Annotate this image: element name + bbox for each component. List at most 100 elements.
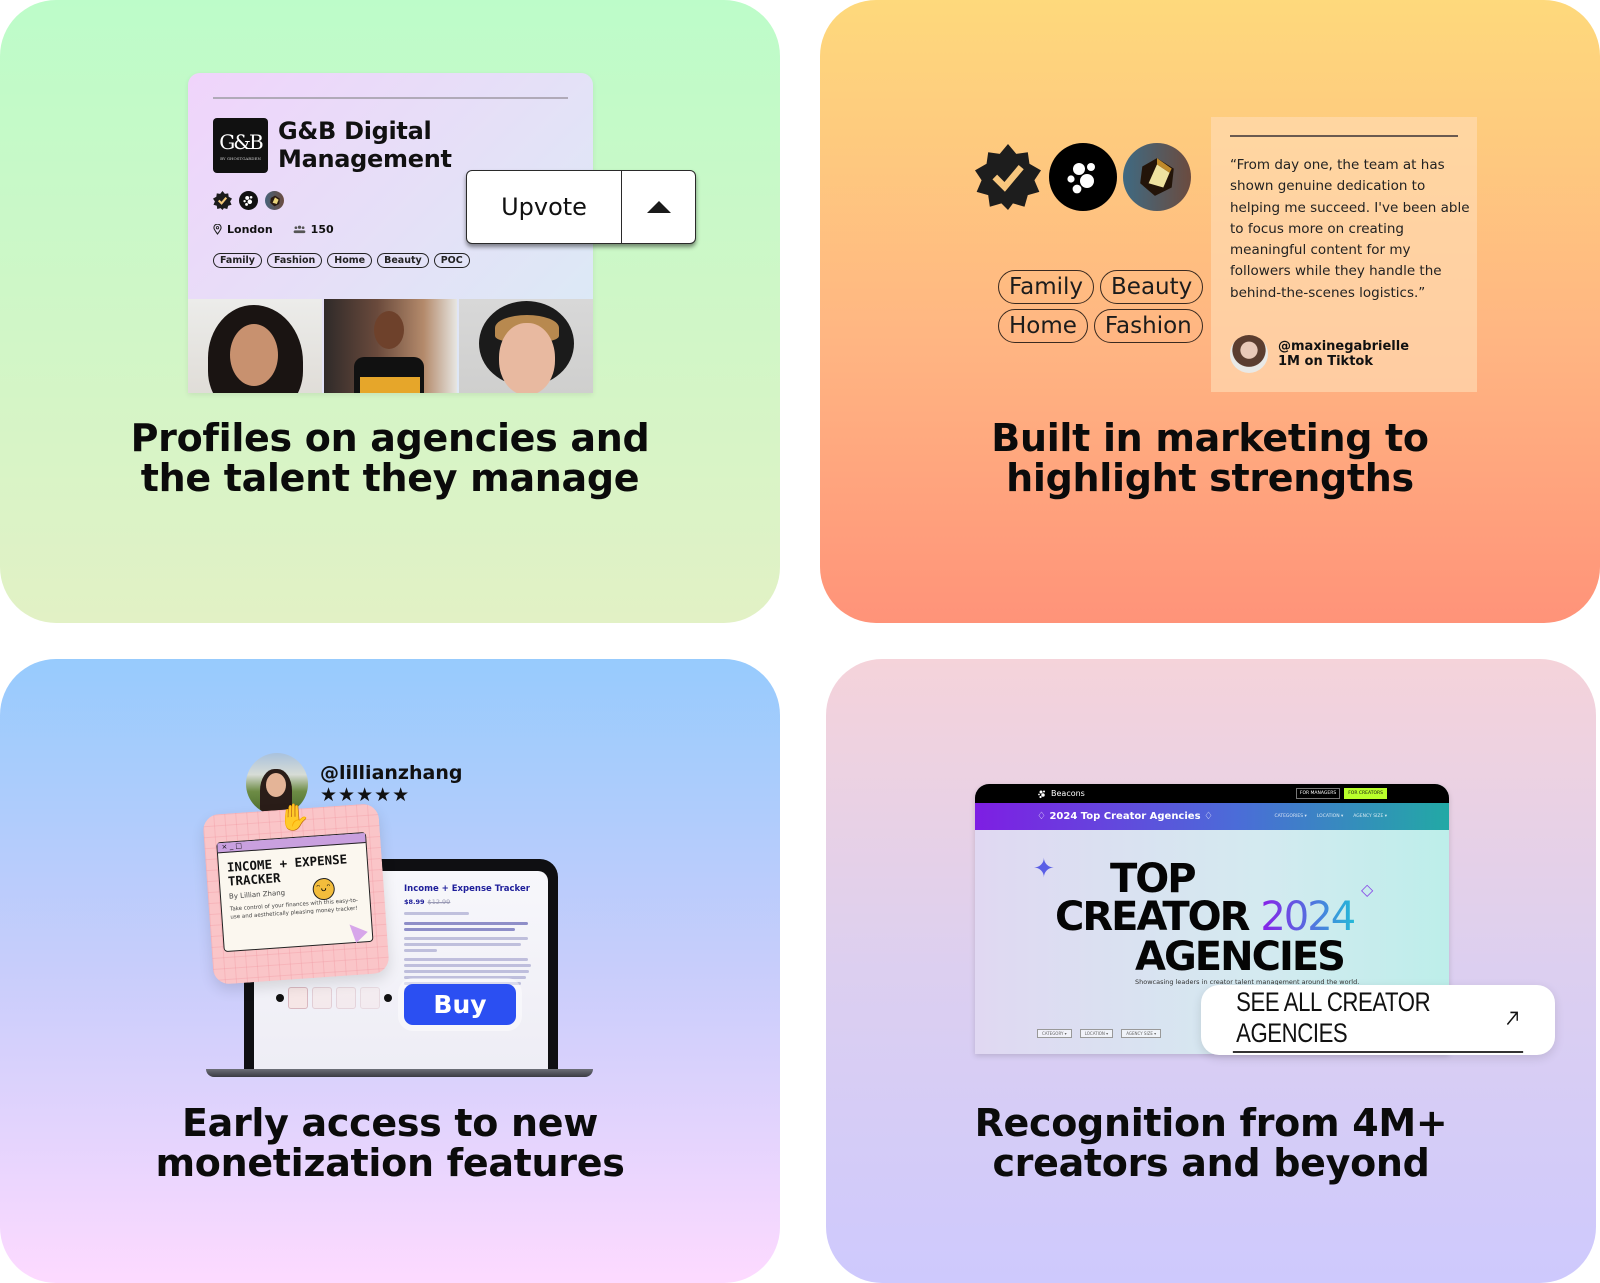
subheader-title-text: 2024 Top Creator Agencies bbox=[1049, 811, 1201, 822]
tag[interactable]: Home bbox=[327, 253, 373, 268]
divider bbox=[1230, 135, 1458, 137]
agency-meta: London 150 bbox=[213, 223, 334, 236]
talent-count-text: 150 bbox=[310, 223, 334, 236]
filter-selects: CATEGORY ▾ LOCATION ▾ AGENCY SIZE ▾ bbox=[1037, 1029, 1162, 1038]
beacons-logo-icon bbox=[1038, 790, 1045, 798]
panel-caption: Profiles on agencies and the talent they… bbox=[0, 418, 780, 498]
recognition-panel: Beacons FOR MANAGERS FOR CREATORS ♢ 2024… bbox=[826, 659, 1596, 1283]
monetization-panel: @lillianzhang ★★★★★ Income + Expense Tra… bbox=[0, 659, 780, 1283]
filter-location[interactable]: LOCATION ▾ bbox=[1317, 814, 1343, 819]
see-all-label: SEE ALL CREATOR AGENCIES bbox=[1232, 987, 1524, 1053]
tag[interactable]: Family bbox=[998, 270, 1095, 304]
upvote-label: Upvote bbox=[467, 171, 622, 243]
gallery-thumbnail[interactable] bbox=[360, 987, 380, 1009]
talent-photo[interactable] bbox=[459, 299, 593, 393]
text-line bbox=[404, 912, 469, 915]
avatar bbox=[1230, 335, 1268, 373]
caption-line: Early access to new bbox=[181, 1101, 599, 1145]
tag[interactable]: Fashion bbox=[1093, 309, 1203, 343]
sale-price: $8.99 bbox=[404, 898, 425, 906]
logo-subtext: BY GHOSTGARDEN bbox=[220, 156, 261, 161]
tag[interactable]: Fashion bbox=[266, 253, 323, 268]
tag[interactable]: Beauty bbox=[1100, 270, 1204, 304]
caption-line: monetization features bbox=[155, 1141, 625, 1185]
arrow-up-right-icon bbox=[1506, 1011, 1518, 1026]
upvote-arrow[interactable] bbox=[622, 171, 695, 243]
badge-row bbox=[213, 191, 284, 210]
original-price: $12.99 bbox=[427, 898, 451, 906]
tag[interactable]: Family bbox=[213, 253, 262, 268]
caption-line: Profiles on agencies and bbox=[130, 416, 650, 460]
beacons-badge-icon bbox=[239, 191, 258, 210]
logo-text: G&B bbox=[219, 130, 264, 154]
creator-handle[interactable]: @lillianzhang bbox=[320, 762, 462, 784]
caption-line: Recognition from 4M+ bbox=[974, 1101, 1448, 1145]
strength-tags: Family Beauty Home Fashion bbox=[998, 270, 1204, 343]
for-managers-button[interactable]: FOR MANAGERS bbox=[1295, 788, 1341, 799]
next-arrow-icon[interactable] bbox=[384, 994, 392, 1002]
site-header: Beacons FOR MANAGERS FOR CREATORS bbox=[975, 784, 1449, 803]
caption-line: the talent they manage bbox=[140, 456, 640, 500]
site-brand[interactable]: Beacons bbox=[1037, 789, 1085, 799]
location: London bbox=[213, 223, 273, 236]
tag[interactable]: Beauty bbox=[377, 253, 429, 268]
agency-tags: Family Fashion Home Beauty POC bbox=[213, 253, 470, 268]
beacons-badge-icon bbox=[1049, 143, 1117, 211]
gallery-thumbnail[interactable] bbox=[336, 987, 356, 1009]
profiles-panel: G&B BY GHOSTGARDEN G&B Digital Managemen… bbox=[0, 0, 780, 623]
buy-button[interactable]: Buy bbox=[404, 984, 516, 1025]
panel-caption: Built in marketing to highlight strength… bbox=[820, 418, 1600, 498]
pointer-cursor-icon bbox=[343, 918, 368, 943]
location-pin-icon bbox=[213, 224, 222, 235]
author-handle[interactable]: @maxinegabrielle bbox=[1278, 339, 1409, 354]
location-text: London bbox=[227, 223, 273, 236]
caption-line: Built in marketing to bbox=[991, 416, 1429, 460]
gallery-thumbnail[interactable] bbox=[312, 987, 332, 1009]
diamond-icon: ◇ bbox=[1361, 880, 1374, 899]
filter-menus: CATEGORIES ▾ LOCATION ▾ AGENCY SIZE ▾ bbox=[1274, 814, 1387, 819]
gem-badge-icon bbox=[1123, 143, 1191, 211]
agency-name-line2: Management bbox=[278, 145, 452, 173]
star-rating: ★★★★★ bbox=[320, 784, 411, 806]
author-followers: 1M on Tiktok bbox=[1278, 354, 1373, 369]
testimonial-quote: “From day one, the team at has shown gen… bbox=[1230, 157, 1470, 301]
text-line bbox=[404, 928, 515, 931]
see-all-agencies-button[interactable]: SEE ALL CREATOR AGENCIES bbox=[1201, 985, 1555, 1055]
tag[interactable]: POC bbox=[433, 253, 470, 268]
caption-line: highlight strengths bbox=[1006, 456, 1414, 500]
text-line bbox=[404, 964, 532, 967]
text-line bbox=[404, 922, 528, 925]
location-select[interactable]: LOCATION ▾ bbox=[1079, 1029, 1114, 1038]
sticker-window: × _ □ INCOME + EXPENSE TRACKER By Lillia… bbox=[216, 831, 374, 953]
gem-badge-icon bbox=[265, 191, 284, 210]
see-all-text: SEE ALL CREATOR AGENCIES bbox=[1236, 987, 1431, 1048]
up-triangle-icon bbox=[646, 201, 671, 213]
talent-count: 150 bbox=[293, 223, 334, 236]
tag[interactable]: Home bbox=[998, 309, 1088, 343]
site-nav: FOR MANAGERS FOR CREATORS bbox=[1295, 788, 1387, 799]
text-line bbox=[404, 958, 528, 961]
agency-size-select[interactable]: AGENCY SIZE ▾ bbox=[1121, 1029, 1162, 1038]
agency-name-line1: G&B Digital bbox=[278, 117, 432, 145]
text-line bbox=[404, 970, 529, 973]
gallery-thumbnail[interactable] bbox=[288, 987, 308, 1009]
talent-photo-strip bbox=[188, 299, 593, 393]
brand-name: Beacons bbox=[1051, 789, 1085, 798]
product-price: $8.99 $12.99 bbox=[404, 898, 534, 906]
category-select[interactable]: CATEGORY ▾ bbox=[1037, 1029, 1072, 1038]
verified-badge-icon bbox=[974, 143, 1042, 211]
talent-photo[interactable] bbox=[323, 299, 458, 393]
prev-arrow-icon[interactable] bbox=[276, 994, 284, 1002]
text-line bbox=[404, 976, 527, 979]
upvote-button[interactable]: Upvote bbox=[466, 170, 696, 244]
subheader-title: ♢ 2024 Top Creator Agencies ♢ bbox=[1037, 811, 1213, 822]
product-details: Income + Expense Tracker $8.99 $12.99 bbox=[404, 884, 534, 991]
filter-categories[interactable]: CATEGORIES ▾ bbox=[1274, 814, 1306, 819]
sparkle-icon: ✦ bbox=[1033, 854, 1055, 884]
for-creators-button[interactable]: FOR CREATORS bbox=[1344, 788, 1387, 799]
laptop-base bbox=[206, 1069, 593, 1077]
text-line bbox=[404, 943, 521, 946]
product-title: Income + Expense Tracker bbox=[404, 884, 530, 894]
filter-agency-size[interactable]: AGENCY SIZE ▾ bbox=[1353, 814, 1387, 819]
talent-photo[interactable] bbox=[188, 299, 322, 393]
